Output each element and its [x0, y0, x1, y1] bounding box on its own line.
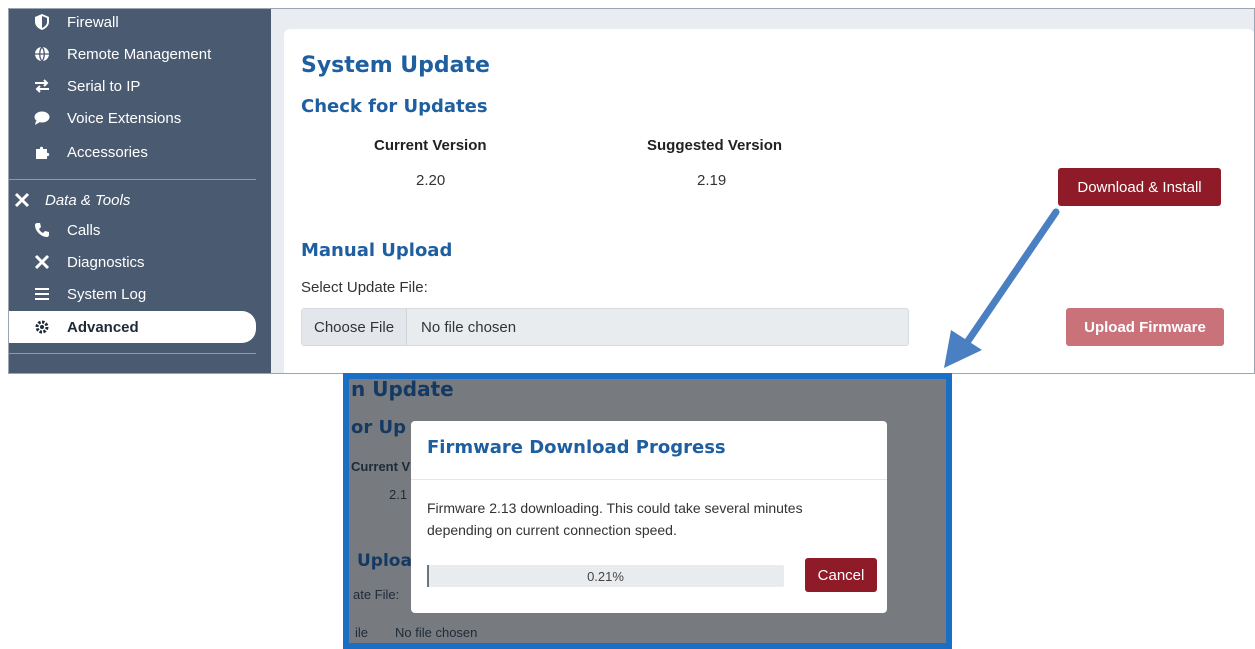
sidebar-item-label: Voice Extensions [67, 109, 182, 127]
modal-message: Firmware 2.13 downloading. This could ta… [427, 500, 803, 538]
select-file-label: Select Update File: [301, 279, 428, 296]
shield-icon [31, 13, 53, 31]
sidebar-item-label: Firewall [67, 13, 119, 31]
background-select-fragment: ate File: [353, 587, 400, 602]
sidebar-item-label: Serial to IP [67, 77, 141, 95]
background-no-file-fragment: No file chosen [395, 625, 478, 640]
suggested-version-label: Suggested Version [647, 137, 783, 154]
system-update-panel: System Update Check for Updates Current … [284, 29, 1254, 373]
tools-icon [31, 253, 53, 271]
puzzle-icon [31, 143, 53, 161]
sidebar: Firewall Remote Management Serial to IP … [9, 9, 271, 373]
choose-file-button[interactable]: Choose File [302, 309, 408, 345]
modal-title: Firmware Download Progress [427, 437, 726, 458]
globe-icon [31, 45, 53, 63]
system-update-screenshot: Firewall Remote Management Serial to IP … [8, 8, 1255, 374]
download-progress-screenshot: n Update or Up Current V 2.1 Uploa ate F… [343, 373, 952, 649]
modal-divider [411, 479, 887, 480]
sidebar-item-label: System Log [67, 285, 147, 303]
sidebar-item-label: Remote Management [67, 45, 212, 63]
download-progress-bar: 0.21% [427, 565, 784, 587]
sidebar-item-label: Accessories [67, 143, 148, 161]
sidebar-item-serial-to-ip[interactable]: Serial to IP [31, 73, 140, 99]
sidebar-item-firewall[interactable]: Firewall [31, 9, 119, 35]
background-title-fragment: n Update [351, 377, 454, 401]
sidebar-section-label: Data & Tools [45, 191, 131, 209]
firmware-download-modal: Firmware Download Progress Firmware 2.13… [411, 421, 887, 613]
list-icon [31, 285, 53, 303]
sidebar-item-label: Calls [67, 221, 101, 239]
upload-firmware-button[interactable]: Upload Firmware [1066, 308, 1224, 346]
background-current-fragment: Current V [351, 459, 411, 474]
sidebar-divider [9, 353, 256, 354]
sidebar-item-label: Diagnostics [67, 253, 145, 271]
check-updates-heading: Check for Updates [301, 96, 488, 117]
background-check-fragment: or Up [351, 417, 407, 438]
sidebar-item-system-log[interactable]: System Log [31, 281, 146, 307]
background-manual-fragment: Uploa [357, 551, 412, 571]
manual-upload-heading: Manual Upload [301, 240, 453, 261]
sidebar-item-voice-extensions[interactable]: Voice Extensions [31, 105, 181, 131]
gear-icon [31, 318, 53, 336]
sidebar-item-diagnostics[interactable]: Diagnostics [31, 249, 145, 275]
sidebar-item-advanced[interactable]: Advanced [9, 311, 256, 343]
sidebar-item-remote-management[interactable]: Remote Management [31, 41, 211, 67]
progress-percentage: 0.21% [587, 568, 624, 584]
cancel-button[interactable]: Cancel [805, 558, 877, 592]
sidebar-item-calls[interactable]: Calls [31, 217, 100, 243]
no-file-text: No file chosen [421, 318, 517, 336]
current-version-label: Current Version [374, 137, 487, 154]
background-file-fragment: ile [355, 625, 369, 640]
background-version-fragment: 2.1 [389, 487, 408, 502]
current-version-value: 2.20 [416, 172, 446, 189]
sidebar-item-accessories[interactable]: Accessories [31, 139, 148, 165]
swap-arrows-icon [31, 77, 53, 95]
chat-bubble-icon [31, 109, 53, 127]
file-input[interactable]: Choose File No file chosen [301, 308, 909, 346]
download-install-button[interactable]: Download & Install [1058, 168, 1221, 206]
phone-icon [31, 221, 53, 239]
suggested-version-value: 2.19 [697, 172, 727, 189]
sidebar-section-data-tools: Data & Tools [11, 187, 130, 213]
sidebar-item-label: Advanced [67, 318, 139, 336]
page-title: System Update [301, 53, 490, 78]
tools-icon [11, 191, 33, 209]
sidebar-divider [9, 179, 256, 180]
